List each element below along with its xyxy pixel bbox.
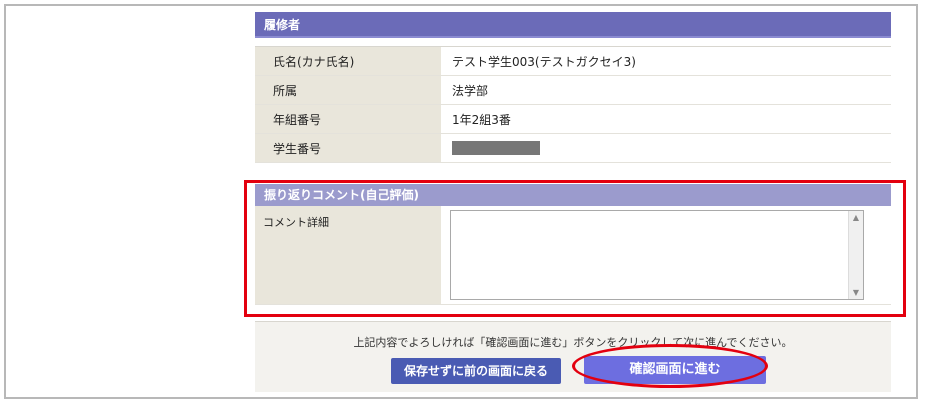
- redacted-student-number: [452, 141, 540, 155]
- row-value: 1年2組3番: [441, 105, 891, 133]
- main-content: 履修者 氏名(カナ氏名) テスト学生003(テストガクセイ3) 所属 法学部 年…: [255, 12, 891, 305]
- row-label: 所属: [255, 76, 441, 104]
- row-value: 法学部: [441, 76, 891, 104]
- row-value: [441, 134, 891, 162]
- row-label: 年組番号: [255, 105, 441, 133]
- footer-action-area: 上記内容でよろしければ「確認画面に進む」ボタンをクリックして次に進んでください。…: [255, 321, 891, 392]
- row-value: テスト学生003(テストガクセイ3): [441, 47, 891, 75]
- highlight-rectangle: [244, 180, 906, 317]
- back-without-saving-button[interactable]: 保存せずに前の画面に戻る: [391, 358, 561, 384]
- row-label: 学生番号: [255, 134, 441, 162]
- instruction-text: 上記内容でよろしければ「確認画面に進む」ボタンをクリックして次に進んでください。: [353, 336, 793, 349]
- row-label: 氏名(カナ氏名): [255, 47, 441, 75]
- highlight-ellipse: [572, 344, 768, 388]
- table-row: 年組番号 1年2組3番: [255, 105, 891, 134]
- student-info-table: 氏名(カナ氏名) テスト学生003(テストガクセイ3) 所属 法学部 年組番号 …: [255, 46, 891, 163]
- table-row: 所属 法学部: [255, 76, 891, 105]
- table-row: 氏名(カナ氏名) テスト学生003(テストガクセイ3): [255, 47, 891, 76]
- table-row: 学生番号: [255, 134, 891, 163]
- student-section-header: 履修者: [255, 12, 891, 38]
